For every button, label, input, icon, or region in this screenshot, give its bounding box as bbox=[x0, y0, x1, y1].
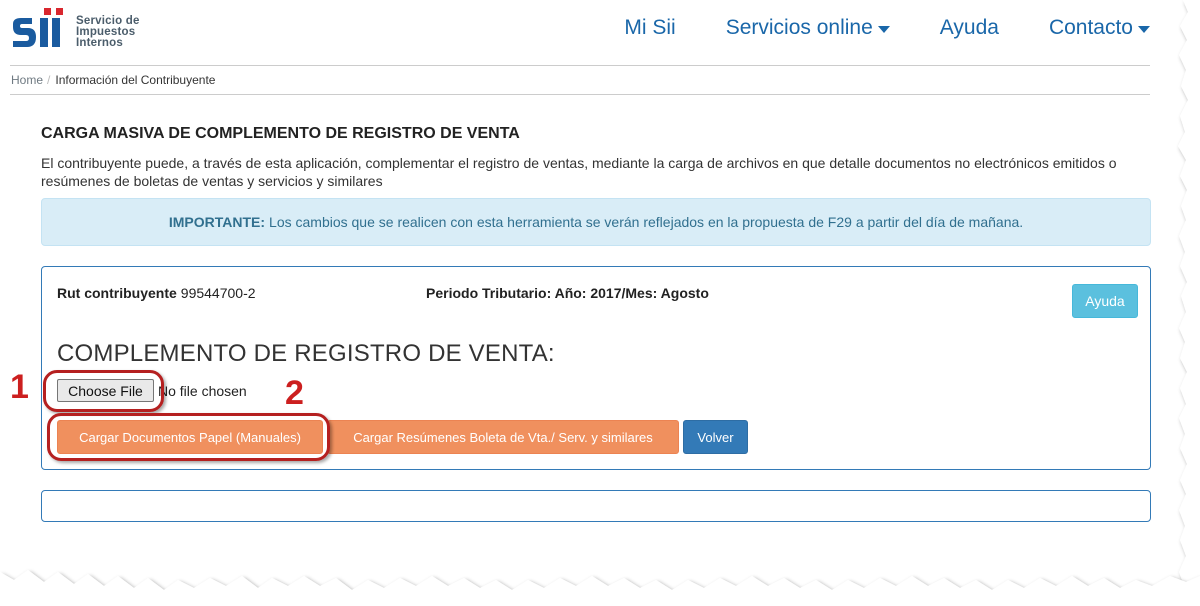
nav-label: Servicios online bbox=[725, 16, 873, 39]
rut-label: Rut contribuyente bbox=[57, 285, 177, 301]
intro-text: El contribuyente puede, a través de esta… bbox=[41, 155, 1117, 189]
site-header: Servicio de Impuestos Internos Mi Sii Se… bbox=[10, 0, 1150, 66]
caret-down-icon bbox=[877, 25, 890, 33]
page-title: CARGA MASIVA DE COMPLEMENTO DE REGISTRO … bbox=[41, 125, 520, 142]
nav-contacto[interactable]: Contacto bbox=[1049, 16, 1150, 40]
sii-logo[interactable]: Servicio de Impuestos Internos bbox=[10, 6, 150, 58]
periodo-tributario: Periodo Tributario: Año: 2017/Mes: Agost… bbox=[426, 285, 709, 301]
nav-ayuda[interactable]: Ayuda bbox=[940, 16, 999, 40]
alert-text: Los cambios que se realicen con esta her… bbox=[269, 214, 1024, 230]
volver-button[interactable]: Volver bbox=[683, 420, 748, 454]
annotation-ring-cargar-manuales bbox=[47, 413, 330, 461]
nav-servicios-online[interactable]: Servicios online bbox=[726, 16, 890, 40]
empty-panel bbox=[41, 490, 1151, 522]
important-alert: IMPORTANTE: Los cambios que se realicen … bbox=[41, 198, 1151, 246]
alert-label: IMPORTANTE: bbox=[168, 214, 266, 230]
breadcrumb: Home / Información del Contribuyente bbox=[11, 73, 215, 87]
sii-logo-mark bbox=[13, 8, 63, 47]
breadcrumb-current: Información del Contribuyente bbox=[55, 73, 216, 87]
rut-info: Rut contribuyente 99544700-2 bbox=[57, 285, 256, 301]
annotation-step-1: 1 bbox=[10, 368, 29, 406]
nav-label: Contacto bbox=[1048, 16, 1133, 39]
rut-value: 99544700-2 bbox=[180, 285, 256, 301]
breadcrumb-separator: / bbox=[47, 73, 51, 87]
logo-line-3: Internos bbox=[76, 37, 123, 49]
nav-label: Ayuda bbox=[939, 16, 999, 39]
torn-edge-bottom bbox=[0, 570, 1200, 606]
nav-label: Mi Sii bbox=[624, 16, 676, 39]
breadcrumb-home[interactable]: Home bbox=[11, 73, 43, 87]
panel-heading: COMPLEMENTO DE REGISTRO DE VENTA: bbox=[57, 340, 555, 367]
torn-edge-right bbox=[1178, 0, 1200, 606]
ayuda-button[interactable]: Ayuda bbox=[1072, 284, 1138, 318]
main-nav: Mi Sii Servicios online Ayuda Contacto bbox=[574, 16, 1150, 40]
file-status: No file chosen bbox=[158, 382, 247, 399]
cargar-resumenes-button[interactable]: Cargar Resúmenes Boleta de Vta./ Serv. y… bbox=[327, 420, 679, 454]
page: Servicio de Impuestos Internos Mi Sii Se… bbox=[0, 0, 1200, 606]
annotation-step-2: 2 bbox=[285, 374, 304, 412]
annotation-ring-choose-file bbox=[43, 370, 164, 412]
nav-mi-sii[interactable]: Mi Sii bbox=[624, 16, 675, 40]
breadcrumb-divider bbox=[10, 94, 1150, 95]
logo-text: Servicio de Impuestos Internos bbox=[76, 15, 140, 49]
